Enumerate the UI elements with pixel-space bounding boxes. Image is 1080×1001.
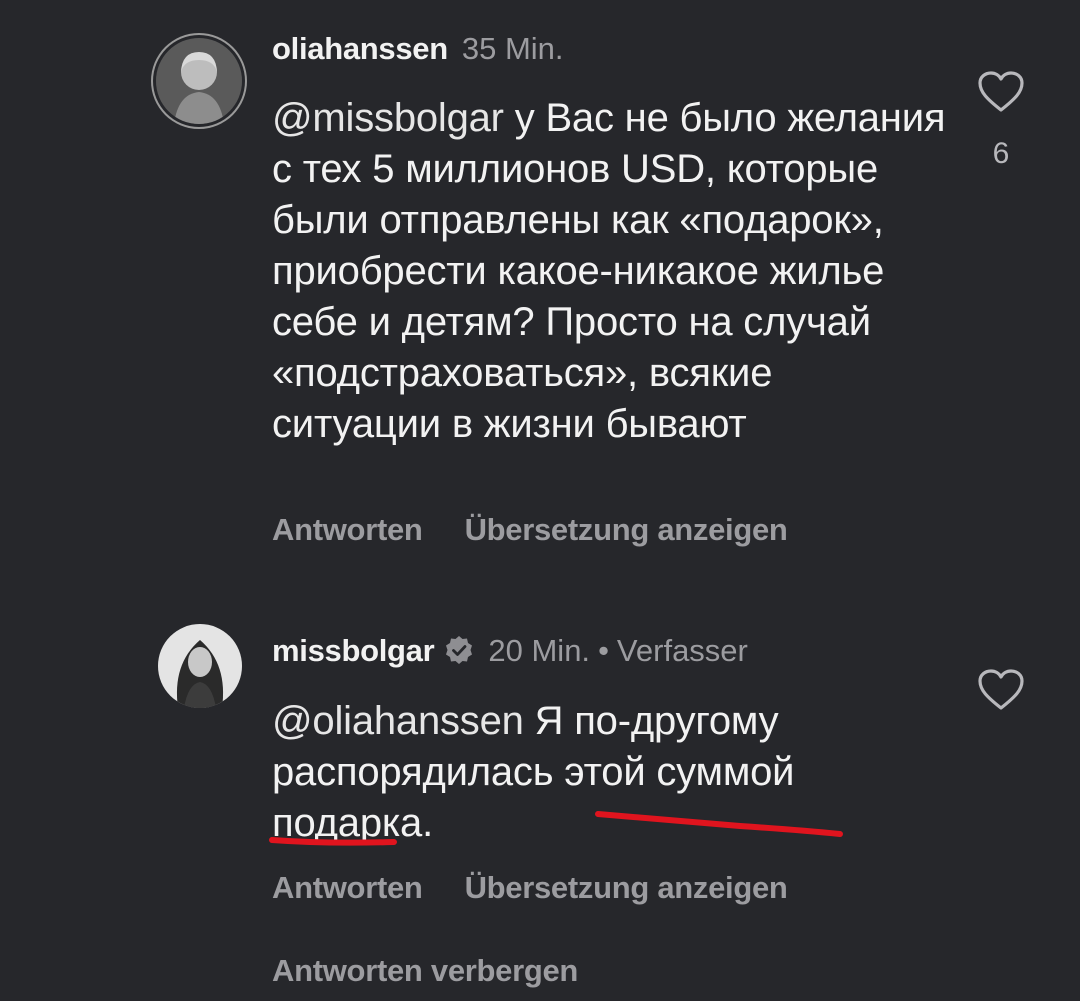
comment-actions: Antworten Übersetzung anzeigen (272, 868, 788, 908)
comment-text: @oliahanssen Я по-другому распорядилась … (272, 696, 872, 849)
heart-outline-icon[interactable] (977, 70, 1025, 114)
reply-button[interactable]: Antworten (272, 870, 423, 905)
avatar-photo-icon (156, 38, 242, 124)
translate-button[interactable]: Übersetzung anzeigen (465, 870, 788, 905)
mention-link[interactable]: @missbolgar (272, 96, 504, 140)
username[interactable]: missbolgar (272, 633, 435, 668)
comments-page: oliahanssen 35 Min. @missbolgar у Вас не … (0, 0, 1080, 1001)
comment-body: у Вас не было желания с тех 5 миллионов … (272, 96, 946, 446)
timestamp: 35 Min. (461, 31, 564, 66)
comment-text: @missbolgar у Вас не было желания с тех … (272, 93, 952, 450)
author-label: Verfasser (616, 633, 748, 668)
avatar[interactable] (156, 38, 242, 124)
avatar-photo-icon (158, 624, 242, 708)
translate-button[interactable]: Übersetzung anzeigen (465, 512, 788, 547)
separator-dot: • (598, 633, 609, 668)
heart-outline-icon[interactable] (977, 668, 1025, 712)
reply-button[interactable]: Antworten (272, 512, 423, 547)
username[interactable]: oliahanssen (272, 31, 448, 66)
like-count: 6 (992, 137, 1010, 170)
avatar[interactable] (158, 624, 242, 708)
verified-badge-icon (446, 636, 473, 664)
comment-header: oliahanssen 35 Min. (272, 29, 564, 69)
comment-actions: Antworten Übersetzung anzeigen (272, 510, 788, 550)
comment-header: missbolgar 20 Min. • Verfasser (272, 631, 748, 671)
mention-link[interactable]: @oliahanssen (272, 699, 524, 743)
hide-replies-button[interactable]: Antworten verbergen (272, 951, 578, 991)
timestamp: 20 Min. (488, 633, 591, 668)
